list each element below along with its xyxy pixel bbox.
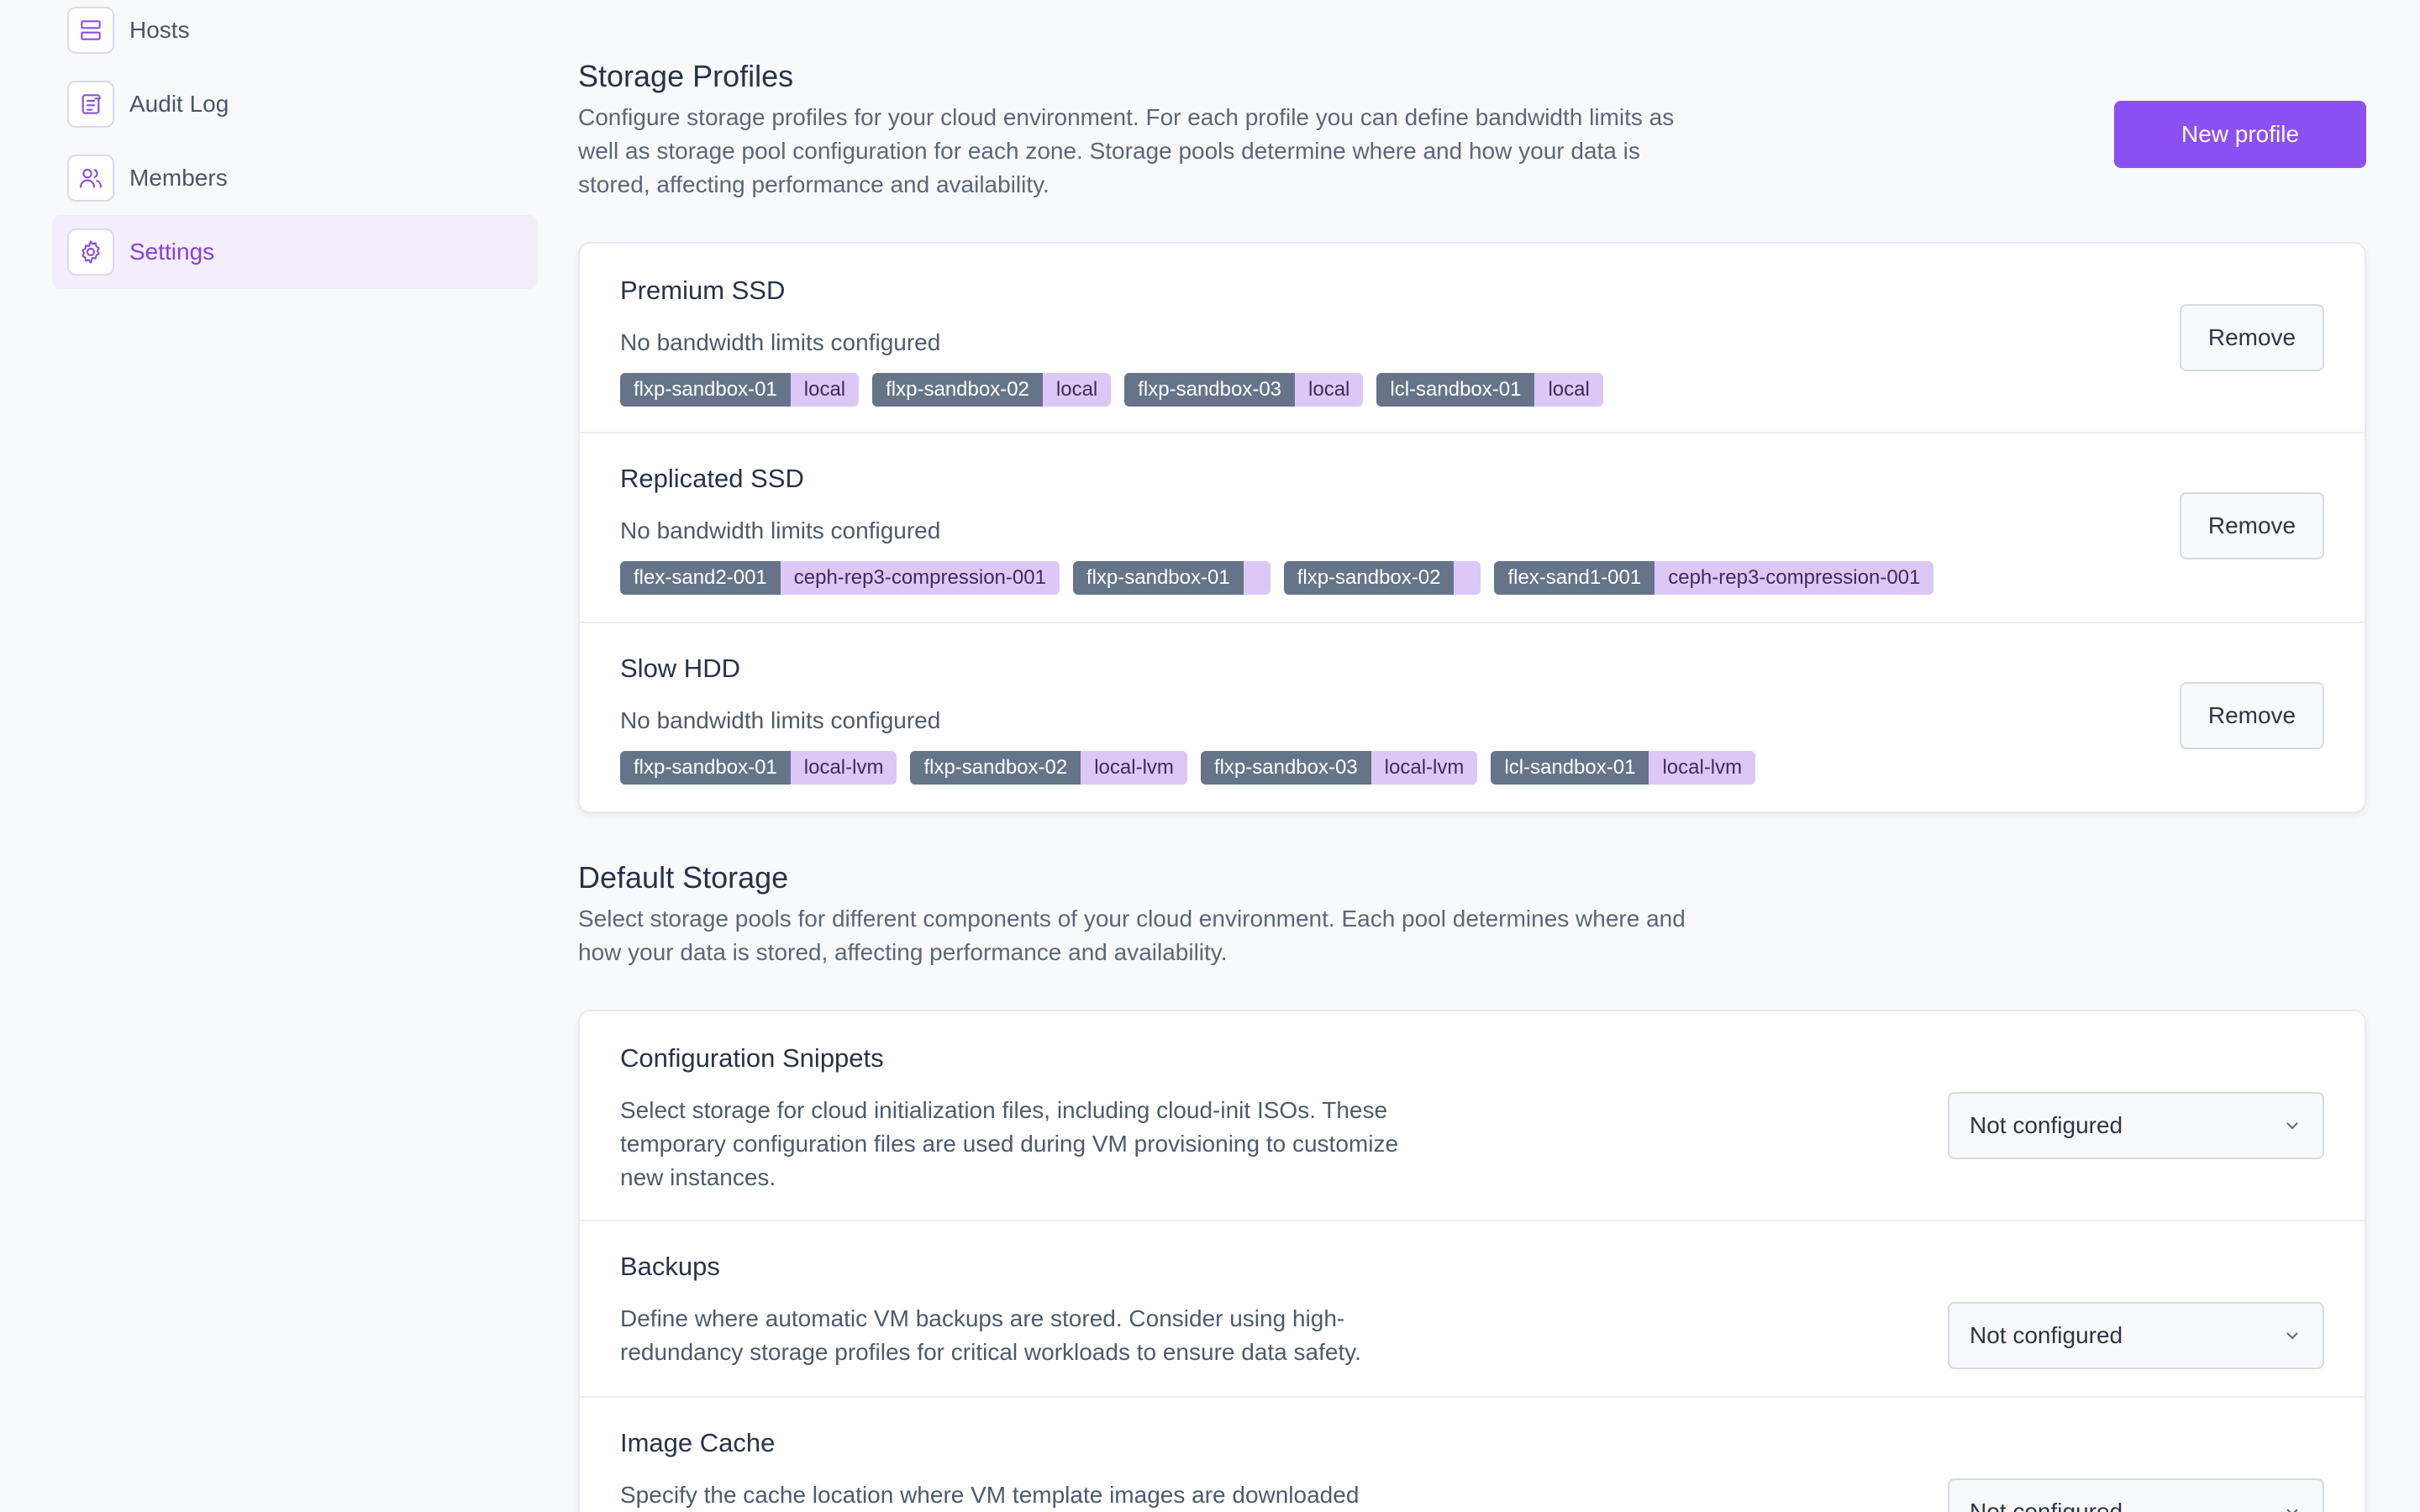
pool-tag: flxp-sandbox-01: [1072, 561, 1270, 595]
tag-host: flxp-sandbox-01: [620, 751, 791, 785]
storage-item-name: Backups: [620, 1252, 720, 1281]
tag-pool: ceph-rep3-compression-001: [780, 561, 1060, 595]
storage-select[interactable]: Not configured: [1948, 1302, 2324, 1369]
tag-host: flex-sand1-001: [1494, 561, 1655, 595]
pool-tag: flxp-sandbox-01 local-lvm: [620, 751, 897, 785]
tag-pool: local-lvm: [1370, 751, 1478, 785]
pool-tags: flxp-sandbox-01 local flxp-sandbox-02 loca…: [620, 373, 1603, 407]
profile-row: Slow HDD No bandwidth limits configured …: [580, 623, 2365, 811]
sidebar-item-label: Members: [129, 165, 228, 191]
tag-pool: ceph-rep3-compression-001: [1655, 561, 1934, 595]
select-value: Not configured: [1970, 1112, 2123, 1138]
bandwidth-status: No bandwidth limits configured: [620, 707, 941, 733]
default-storage-row: Backups Define where automatic VM backup…: [580, 1221, 2365, 1398]
storage-item-description: Define where automatic VM backups are st…: [620, 1305, 1361, 1365]
default-storage-title: Default Storage: [578, 860, 789, 895]
chevron-down-icon: [2286, 1122, 2298, 1130]
storage-profiles-description: Configure storage profiles for your clou…: [578, 104, 1675, 197]
chevron-down-icon: [2286, 1332, 2298, 1340]
pool-tag: flxp-sandbox-03 local: [1124, 373, 1364, 407]
default-storage-card: Configuration Snippets Select storage fo…: [578, 1010, 2366, 1512]
select-value: Not configured: [1970, 1322, 2123, 1348]
storage-item-name: Image Cache: [620, 1428, 776, 1457]
tag-pool: [1454, 561, 1481, 595]
tag-pool: local: [1042, 373, 1112, 407]
tag-host: flxp-sandbox-03: [1124, 373, 1296, 407]
pool-tag: flex-sand1-001 ceph-rep3-compression-001: [1494, 561, 1934, 595]
tag-host: lcl-sandbox-01: [1491, 751, 1649, 785]
storage-item-name: Configuration Snippets: [620, 1043, 884, 1073]
tag-host: flxp-sandbox-02: [872, 373, 1043, 407]
tag-pool: local: [790, 373, 860, 407]
storage-item-description: Specify the cache location where VM temp…: [620, 1482, 1360, 1508]
tag-host: flxp-sandbox-03: [1200, 751, 1371, 785]
pool-tags: flxp-sandbox-01 local-lvm flxp-sandbox-02…: [620, 751, 1756, 785]
remove-profile-button[interactable]: Remove: [2180, 682, 2324, 749]
new-profile-button[interactable]: New profile: [2114, 101, 2366, 168]
pool-tag: flxp-sandbox-02 local-lvm: [910, 751, 1187, 785]
tag-host: lcl-sandbox-01: [1376, 373, 1535, 407]
tag-host: flxp-sandbox-01: [1072, 561, 1244, 595]
pool-tag: lcl-sandbox-01 local: [1376, 373, 1603, 407]
sidebar-item-settings[interactable]: Settings: [52, 215, 538, 289]
storage-profiles-card: Premium SSD No bandwidth limits configur…: [578, 242, 2366, 813]
tag-host: flxp-sandbox-02: [910, 751, 1081, 785]
server-icon: [67, 7, 114, 54]
pool-tag: flxp-sandbox-02 local: [872, 373, 1112, 407]
tag-pool: [1243, 561, 1270, 595]
sidebar-item-label: Audit Log: [129, 91, 229, 117]
default-storage-row: Configuration Snippets Select storage fo…: [580, 1011, 2365, 1221]
tag-pool: local: [1534, 373, 1603, 407]
tag-host: flxp-sandbox-02: [1283, 561, 1455, 595]
pool-tag: flxp-sandbox-02: [1283, 561, 1481, 595]
scroll-icon: [67, 81, 114, 128]
profile-row: Replicated SSD No bandwidth limits confi…: [580, 433, 2365, 623]
remove-profile-button[interactable]: Remove: [2180, 492, 2324, 559]
tag-host: flex-sand2-001: [620, 561, 781, 595]
pool-tag: flex-sand2-001 ceph-rep3-compression-001: [620, 561, 1060, 595]
pool-tag: flxp-sandbox-01 local: [620, 373, 860, 407]
profile-row: Premium SSD No bandwidth limits configur…: [580, 244, 2365, 433]
sidebar-item-audit-log[interactable]: Audit Log: [52, 67, 538, 141]
storage-item-description: Select storage for cloud initialization …: [620, 1097, 1399, 1190]
sidebar-item-label: Settings: [129, 239, 215, 265]
tag-pool: local: [1295, 373, 1364, 407]
pool-tag: lcl-sandbox-01 local-lvm: [1491, 751, 1756, 785]
default-storage-row: Image Cache Specify the cache location w…: [580, 1398, 2365, 1512]
main-content: Storage Profiles Configure storage profi…: [578, 0, 2366, 1512]
profile-name: Slow HDD: [620, 654, 740, 683]
profile-name: Replicated SSD: [620, 464, 804, 493]
tag-pool: local-lvm: [790, 751, 897, 785]
default-storage-description: Select storage pools for different compo…: [578, 906, 1686, 965]
sidebar: Hosts Audit Log Members Settings: [0, 0, 555, 1512]
pool-tags: flex-sand2-001 ceph-rep3-compression-001 …: [620, 561, 1934, 595]
bandwidth-status: No bandwidth limits configured: [620, 329, 941, 355]
bandwidth-status: No bandwidth limits configured: [620, 517, 941, 543]
remove-profile-button[interactable]: Remove: [2180, 304, 2324, 371]
sidebar-item-label: Hosts: [129, 17, 190, 43]
tag-host: flxp-sandbox-01: [620, 373, 791, 407]
users-icon: [67, 155, 114, 202]
tag-pool: local-lvm: [1081, 751, 1187, 785]
gear-icon: [67, 228, 114, 276]
sidebar-item-hosts[interactable]: Hosts: [52, 0, 538, 67]
storage-profiles-title: Storage Profiles: [578, 59, 794, 93]
profile-name: Premium SSD: [620, 276, 786, 305]
chevron-down-icon: [2286, 1509, 2298, 1512]
sidebar-item-members[interactable]: Members: [52, 141, 538, 215]
storage-select[interactable]: Not configured: [1948, 1092, 2324, 1159]
select-value: Not configured: [1970, 1499, 2123, 1512]
pool-tag: flxp-sandbox-03 local-lvm: [1200, 751, 1478, 785]
storage-select[interactable]: Not configured: [1948, 1478, 2324, 1512]
tag-pool: local-lvm: [1649, 751, 1756, 785]
